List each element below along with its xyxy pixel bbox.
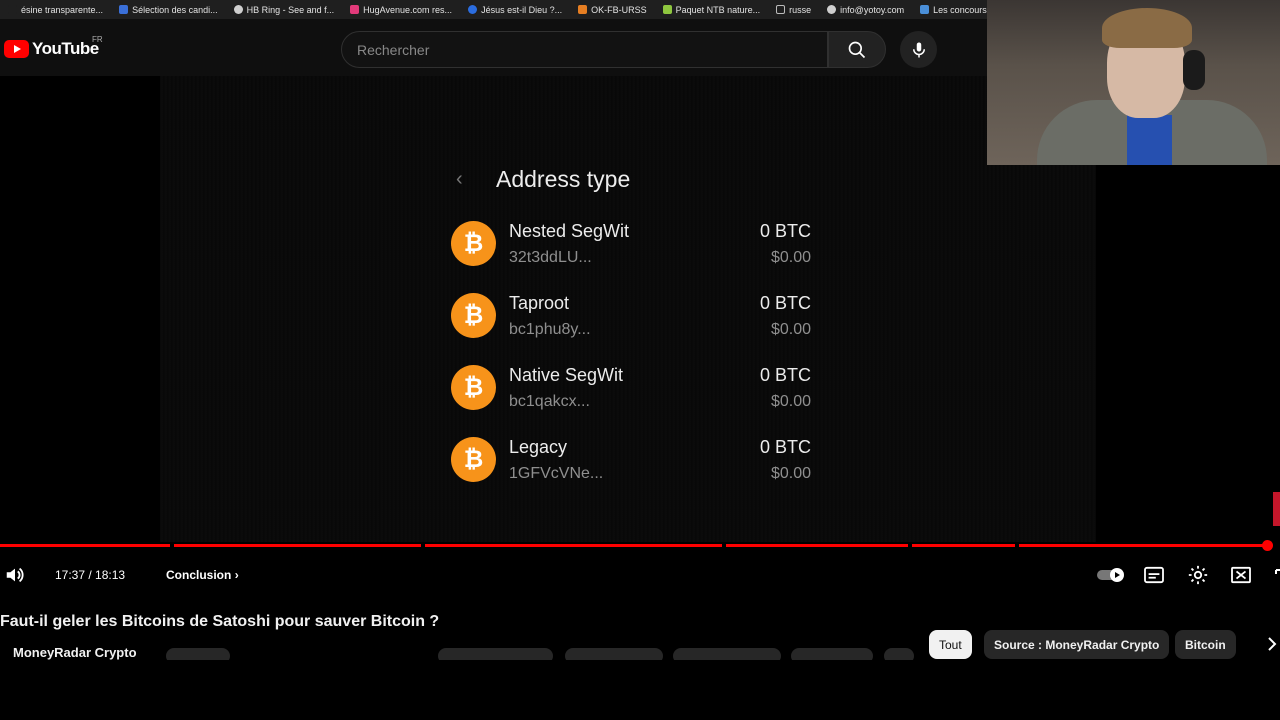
youtube-play-icon [4, 40, 29, 58]
autoplay-toggle[interactable] [1097, 563, 1127, 587]
progress-chapter-segment[interactable] [425, 544, 722, 547]
search-input[interactable]: Rechercher [341, 31, 828, 68]
bookmark-icon [119, 5, 129, 14]
bookmark-icon [8, 5, 17, 14]
bookmark-folder[interactable]: russe [768, 0, 819, 19]
chips-next-button[interactable] [1260, 632, 1280, 656]
address-row: ₿ Legacy 1GFVcVNe... 0 BTC $0.00 [451, 437, 811, 487]
overlay-marker [1273, 492, 1280, 526]
bitcoin-icon: ₿ [451, 221, 496, 266]
progress-chapter-segment[interactable] [912, 544, 1015, 547]
bookmark-item[interactable]: Sélection des candi... [111, 0, 226, 19]
chevron-right-icon: › [234, 568, 239, 582]
bitcoin-icon: ₿ [451, 365, 496, 410]
video-title: Faut-il geler les Bitcoins de Satoshi po… [0, 613, 440, 630]
progress-chapter-segment[interactable] [726, 544, 908, 547]
chip-all[interactable]: Tout [929, 630, 972, 659]
microphone-icon [912, 42, 925, 57]
miniplayer-button[interactable] [1229, 563, 1253, 587]
address-row: ₿ Taproot bc1phu8y... 0 BTC $0.00 [451, 293, 811, 343]
progress-chapter-segment[interactable] [0, 544, 170, 547]
miniplayer-icon [1231, 566, 1251, 584]
time-display: 17:37 / 18:13 [55, 568, 126, 582]
back-chevron-icon: ‹ [456, 168, 463, 190]
bookmark-icon [827, 5, 837, 14]
bookmark-icon [468, 5, 478, 14]
bookmark-item[interactable]: ésine transparente... [0, 0, 111, 19]
bookmark-icon [578, 5, 588, 14]
autoplay-icon [1097, 568, 1124, 582]
address-type-title: Address type [496, 166, 631, 192]
progress-bar[interactable] [0, 540, 1280, 551]
voice-search-button[interactable] [900, 31, 937, 68]
chip-bitcoin[interactable]: Bitcoin [1175, 630, 1236, 659]
bookmark-item[interactable]: HugAvenue.com res... [342, 0, 460, 19]
address-row: ₿ Native SegWit bc1qakcx... 0 BTC $0.00 [451, 365, 811, 415]
search-button[interactable] [828, 31, 886, 68]
fullscreen-button[interactable] [1270, 563, 1280, 587]
youtube-logo[interactable]: YouTube FR [4, 35, 103, 59]
player-controls: 17:37 / 18:13 Conclusion › [0, 555, 1280, 595]
progress-chapter-segment[interactable] [174, 544, 421, 547]
bitcoin-icon: ₿ [451, 293, 496, 338]
bookmark-item[interactable]: OK-FB-URSS [570, 0, 655, 19]
bitcoin-icon: ₿ [451, 437, 496, 482]
chapter-button[interactable]: Conclusion › [166, 568, 239, 582]
chevron-right-icon [1268, 637, 1277, 651]
webcam-headphones [1183, 50, 1205, 90]
subtitles-icon [1144, 566, 1164, 584]
webcam-person-shirt [1127, 115, 1172, 165]
bookmark-item[interactable]: Jésus est-il Dieu ?... [460, 0, 570, 19]
settings-button[interactable] [1186, 563, 1210, 587]
region-code: FR [92, 35, 103, 44]
bottom-black-area [0, 660, 1280, 720]
folder-icon [776, 5, 786, 14]
bookmark-item[interactable]: Paquet NTB nature... [655, 0, 769, 19]
fullscreen-icon [1275, 569, 1280, 574]
progress-scrubber[interactable] [1262, 540, 1273, 551]
bookmark-icon [233, 5, 243, 14]
bookmark-icon [662, 5, 672, 14]
address-row: ₿ Nested SegWit 32t3ddLU... 0 BTC $0.00 [451, 221, 811, 271]
gear-icon [1188, 565, 1208, 585]
channel-name[interactable]: MoneyRadar Crypto [13, 645, 137, 660]
webcam-person-hair [1102, 8, 1192, 48]
volume-button[interactable] [3, 563, 27, 587]
progress-chapter-segment[interactable] [1019, 544, 1265, 547]
subtitles-button[interactable] [1142, 563, 1166, 587]
volume-icon [6, 567, 24, 583]
chip-source[interactable]: Source : MoneyRadar Crypto [984, 630, 1170, 659]
bookmark-icon [920, 5, 930, 14]
webcam-overlay [987, 0, 1280, 165]
search-icon [848, 41, 866, 58]
bookmark-icon [350, 5, 360, 14]
bookmark-item[interactable]: HB Ring - See and f... [226, 0, 343, 19]
bookmark-item[interactable]: info@yotoy.com [819, 0, 912, 19]
